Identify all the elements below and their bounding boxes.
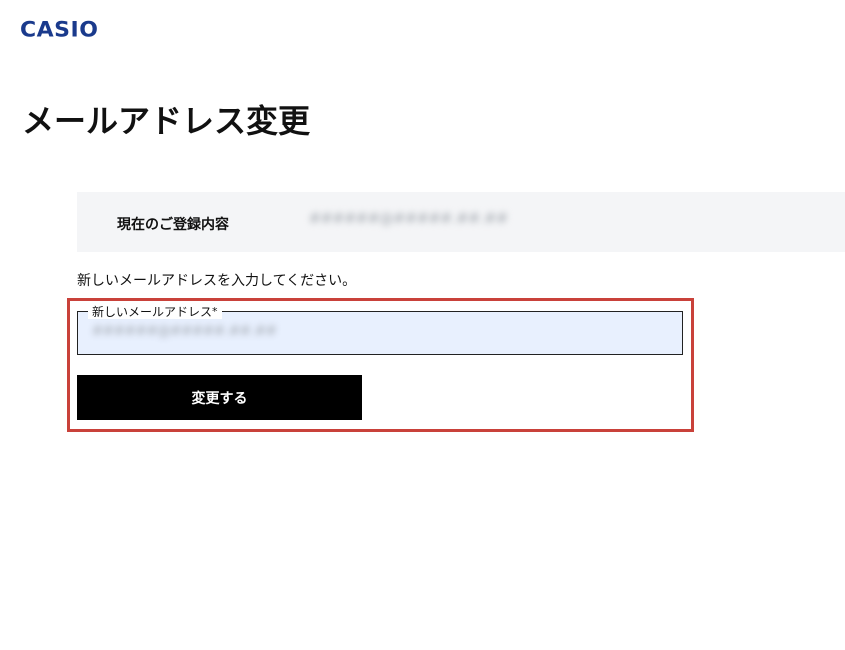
page-title: メールアドレス変更 xyxy=(22,102,311,140)
change-submit-button[interactable]: 変更する xyxy=(77,375,362,420)
current-email-value: ######@#####.##.## xyxy=(309,211,508,227)
new-email-field[interactable]: 新しいメールアドレス* xyxy=(77,305,683,355)
instruction-text: 新しいメールアドレスを入力してください。 xyxy=(77,273,357,289)
current-registration-panel: 現在のご登録内容 ######@#####.##.## xyxy=(77,192,845,252)
new-email-label-text: 新しいメールアドレス xyxy=(92,305,213,319)
casio-logo[interactable]: CASIO xyxy=(20,19,98,43)
new-email-input[interactable] xyxy=(92,324,652,339)
page: CASIO メールアドレス変更 現在のご登録内容 ######@#####.##… xyxy=(0,0,845,650)
new-email-field-label: 新しいメールアドレス* xyxy=(88,305,222,319)
current-registration-label: 現在のご登録内容 xyxy=(117,217,229,233)
required-marker: * xyxy=(212,305,218,318)
